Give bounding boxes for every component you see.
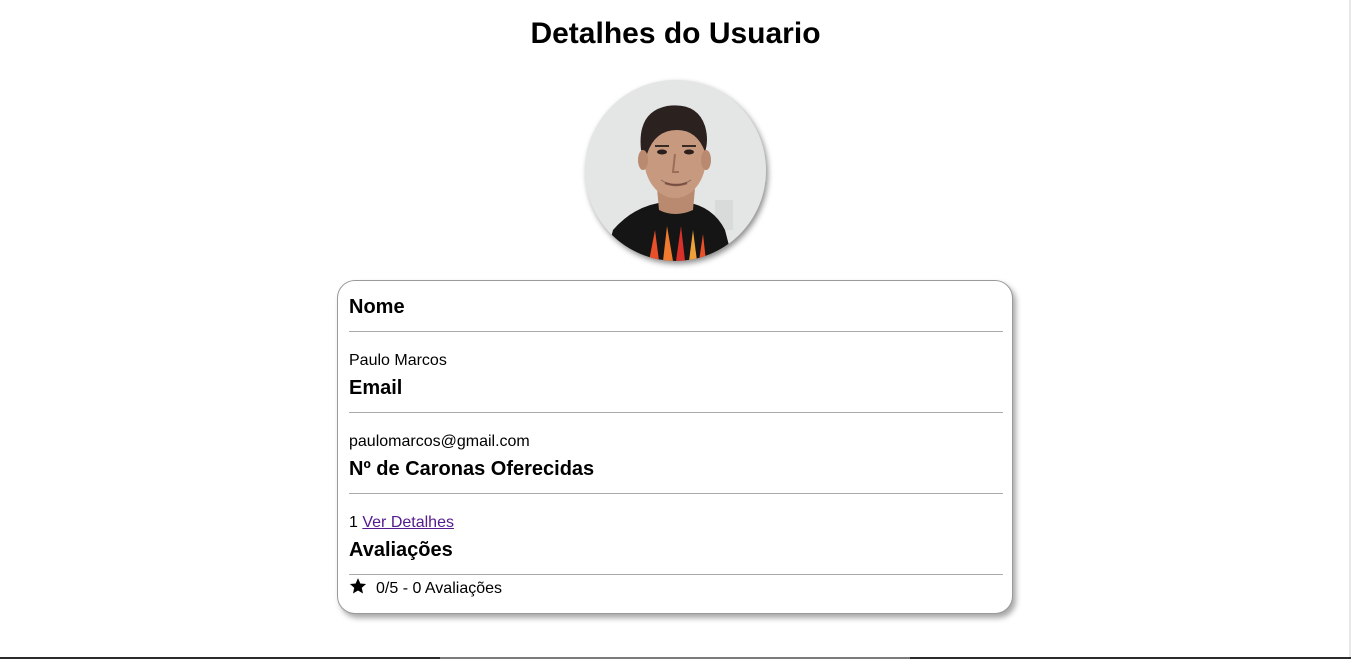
name-heading: Nome (349, 296, 405, 318)
email-value: paulomarcos@gmail.com (349, 433, 530, 450)
ratings-summary: 0/5 - 0 Avaliações (376, 580, 503, 597)
rides-divider (349, 493, 1003, 494)
name-value: Paulo Marcos (349, 352, 447, 369)
ratings-section: Avaliações 0/5 - 0 Avaliações (349, 538, 1003, 597)
page-title: Detalhes do Usuario (530, 17, 821, 50)
user-details-card: Nome Paulo Marcos Email paulomarcos@gmai… (337, 280, 1013, 614)
ratings-heading: Avaliações (349, 539, 453, 561)
rides-section: Nº de Caronas Oferecidas 1 Ver Detalhes (349, 457, 1003, 531)
ver-detalhes-link[interactable]: Ver Detalhes (362, 514, 454, 531)
rides-count: 1 (349, 514, 358, 531)
email-section: Email paulomarcos@gmail.com (349, 376, 1003, 450)
name-section: Nome Paulo Marcos (349, 295, 1003, 369)
ratings-value: 0/5 - 0 Avaliações (349, 577, 502, 599)
user-photo-icon (585, 80, 766, 261)
user-avatar (585, 80, 766, 261)
rides-value: 1 Ver Detalhes (349, 513, 454, 533)
star-icon (349, 578, 367, 594)
user-details-page: Detalhes do Usuario Nome Paulo Marcos Em… (0, 0, 1351, 659)
email-divider (349, 412, 1003, 413)
email-heading: Email (349, 377, 403, 399)
ratings-divider (349, 574, 1003, 575)
rides-heading: Nº de Caronas Oferecidas (349, 458, 595, 480)
name-divider (349, 331, 1003, 332)
